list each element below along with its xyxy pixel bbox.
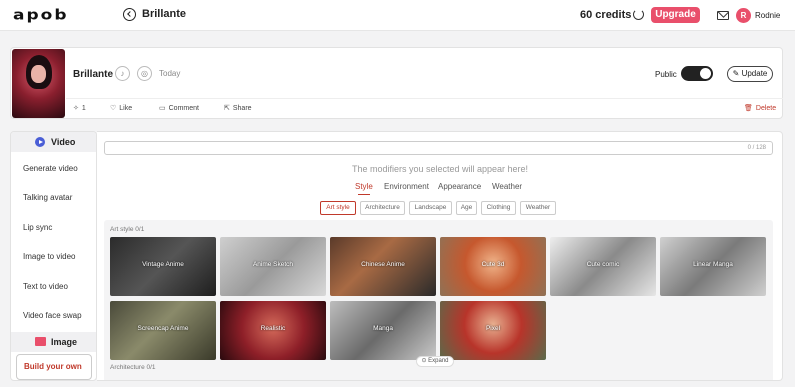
share-icon: ⇱	[224, 105, 230, 112]
architecture-section-label: Architecture 0/1	[110, 364, 156, 371]
chip-art-style[interactable]: Art style	[320, 201, 356, 215]
style-tile-vintage-anime[interactable]: Vintage Anime	[110, 237, 216, 296]
image-section-header[interactable]: Image	[11, 332, 96, 352]
tiktok-icon[interactable]: ♪	[115, 66, 130, 81]
delete-button[interactable]: 🗑︎ Delete	[744, 104, 776, 112]
share-label: Share	[232, 105, 252, 112]
tool-sidebar: Video Generate video Talking avatar Lip …	[10, 131, 97, 381]
project-name: Brillante	[73, 69, 114, 80]
tab-environment[interactable]: Environment	[384, 182, 429, 191]
tile-label: Cute 3d	[481, 261, 505, 268]
main-panel: 0 / 128 The modifiers you selected will …	[97, 131, 783, 381]
project-card: Brillante ♪ ◎ Today Public ✎ Update ✧ 1 ♡…	[10, 47, 783, 119]
style-tile-chinese-anime[interactable]: Chinese Anime	[330, 237, 436, 296]
sparkle-icon: ✧	[73, 105, 79, 112]
likes-count: 1	[81, 105, 86, 112]
char-count: 0 / 128	[747, 145, 766, 151]
image-icon	[35, 337, 46, 346]
chip-architecture[interactable]: Architecture	[360, 201, 405, 215]
tile-label: Anime Sketch	[252, 261, 294, 268]
project-date: Today	[159, 69, 181, 78]
instagram-icon[interactable]: ◎	[137, 66, 152, 81]
edit-icon: ✎	[732, 69, 742, 78]
tab-weather[interactable]: Weather	[492, 182, 522, 191]
update-button[interactable]: ✎ Update	[727, 66, 773, 82]
chip-age[interactable]: Age	[456, 201, 477, 215]
chip-landscape[interactable]: Landscape	[409, 201, 452, 215]
share-button[interactable]: ⇱ Share	[224, 104, 252, 112]
upgrade-button[interactable]: Upgrade	[651, 7, 700, 23]
comment-label: Comment	[168, 105, 199, 112]
tab-style[interactable]: Style	[355, 182, 373, 195]
tab-appearance[interactable]: Appearance	[438, 182, 481, 191]
avatar[interactable]: R	[736, 8, 751, 23]
tile-label: Linear Manga	[693, 261, 733, 268]
expand-label: Expand	[428, 358, 449, 364]
style-tile-manga[interactable]: Manga	[330, 301, 436, 360]
expand-button[interactable]: ⊙ Expand	[416, 356, 454, 367]
like-button[interactable]: ♡ Like	[110, 104, 132, 112]
tile-label: Pixel	[485, 325, 501, 332]
refresh-icon[interactable]	[633, 9, 644, 20]
username[interactable]: Rodnie	[755, 11, 780, 20]
project-thumbnail[interactable]	[12, 49, 65, 118]
sidebar-item-video-face-swap[interactable]: Video face swap	[23, 311, 82, 320]
art-style-section-label: Art style 0/1	[110, 226, 145, 233]
likes-counter[interactable]: ✧ 1	[73, 104, 86, 112]
modifiers-hint: The modifiers you selected will appear h…	[351, 164, 529, 174]
delete-label: Delete	[755, 105, 777, 112]
credits-count: 60 credits	[580, 9, 632, 21]
tile-label: Manga	[373, 325, 393, 332]
image-section-label: Image	[51, 337, 78, 347]
style-tile-screencap-anime[interactable]: Screencap Anime	[110, 301, 216, 360]
heart-icon: ♡	[110, 105, 117, 112]
public-label: Public	[655, 70, 677, 79]
style-tile-linear-manga[interactable]: Linear Manga	[660, 237, 766, 296]
sidebar-item-text-to-video[interactable]: Text to video	[23, 282, 68, 291]
tile-label: Vintage Anime	[142, 261, 184, 268]
page-title: Brillante	[142, 8, 187, 20]
sidebar-item-lip-sync[interactable]: Lip sync	[23, 223, 52, 232]
comment-icon: ▭	[159, 105, 166, 112]
tile-label: Screencap Anime	[137, 325, 189, 332]
like-label: Like	[119, 105, 133, 112]
chip-clothing[interactable]: Clothing	[481, 201, 516, 215]
build-your-own-button[interactable]: Build your own	[16, 354, 92, 380]
sidebar-item-talking-avatar[interactable]: Talking avatar	[23, 193, 72, 202]
video-section-header[interactable]: Video	[11, 132, 96, 152]
update-label: Update	[741, 69, 768, 78]
public-toggle[interactable]	[681, 66, 713, 81]
sidebar-item-generate-video[interactable]: Generate video	[23, 164, 78, 173]
back-icon[interactable]	[123, 8, 136, 21]
top-bar: apob Brillante 60 credits Upgrade R Rodn…	[0, 0, 795, 31]
divider	[66, 98, 783, 99]
mail-icon[interactable]	[717, 11, 729, 20]
style-tile-anime-sketch[interactable]: Anime Sketch	[220, 237, 326, 296]
style-tile-pixel[interactable]: Pixel	[440, 301, 546, 360]
chip-weather[interactable]: Weather	[520, 201, 556, 215]
sidebar-item-image-to-video[interactable]: Image to video	[23, 252, 75, 261]
tile-label: Cute comic	[586, 261, 620, 268]
tile-label: Chinese Anime	[361, 261, 405, 268]
app-logo[interactable]: apob	[13, 8, 69, 22]
style-tile-cute-3d[interactable]: Cute 3d	[440, 237, 546, 296]
trash-icon: 🗑︎	[744, 105, 753, 112]
video-section-label: Video	[51, 137, 76, 147]
prompt-input[interactable]: 0 / 128	[104, 141, 773, 155]
tile-label: Realistic	[260, 325, 286, 332]
style-tile-realistic[interactable]: Realistic	[220, 301, 326, 360]
style-tile-cute-comic[interactable]: Cute comic	[550, 237, 656, 296]
comment-button[interactable]: ▭ Comment	[159, 104, 199, 112]
play-icon	[35, 137, 45, 147]
